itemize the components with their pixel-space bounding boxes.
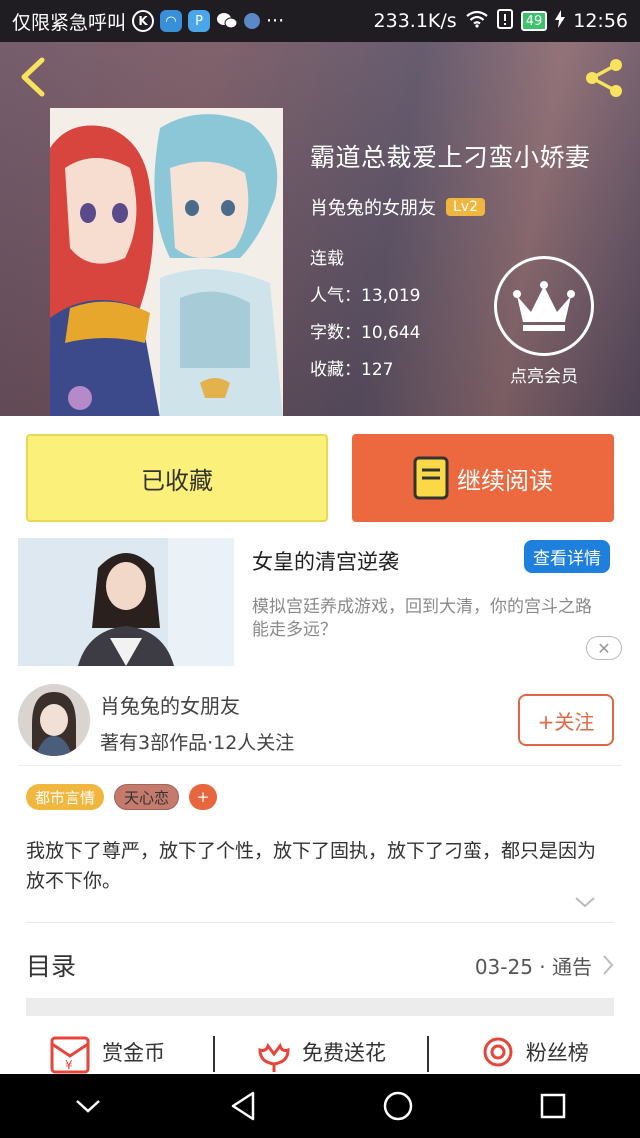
- book-actions: 已收藏 继续阅读: [26, 434, 614, 522]
- close-icon: ✕: [597, 638, 611, 658]
- fan-ranking-button[interactable]: 粉丝榜: [426, 1030, 640, 1074]
- send-flowers-button[interactable]: 免费送花: [213, 1030, 426, 1074]
- home-circle-icon: [383, 1091, 412, 1121]
- red-envelope-icon: ¥: [50, 1036, 90, 1074]
- nav-back-button[interactable]: [215, 1078, 271, 1134]
- ad-detail-button[interactable]: 查看详情: [524, 540, 610, 573]
- back-button[interactable]: [16, 56, 52, 98]
- woman-video-thumbnail: [18, 538, 234, 666]
- tag-urban-romance[interactable]: 都市言情: [26, 784, 105, 810]
- status-carrier-text: 仅限紧急呼叫: [12, 11, 127, 34]
- svg-text:¥: ¥: [65, 1058, 73, 1072]
- chevron-right-icon: [603, 955, 614, 975]
- square-recents-icon: [540, 1093, 565, 1119]
- crown-icon: [513, 281, 575, 331]
- clock: 12:56: [573, 10, 628, 32]
- nav-recents-button[interactable]: [525, 1078, 581, 1134]
- system-nav-bar: [0, 1074, 640, 1138]
- author-name[interactable]: 肖兔兔的女朋友: [100, 690, 240, 719]
- author-card[interactable]: 肖兔兔的女朋友 著有3部作品·12人关注 +关注: [18, 680, 622, 766]
- hide-nav-button[interactable]: [60, 1078, 116, 1134]
- book-header: 霸道总裁爱上刁蛮小娇妻 肖兔兔的女朋友 Lv2 连载 人气：13,019 字数：…: [0, 42, 640, 416]
- section-spacer: [26, 998, 614, 1016]
- expand-summary-button[interactable]: [574, 894, 596, 910]
- author-avatar-image: [18, 684, 90, 756]
- continue-reading-label: 继续阅读: [457, 466, 553, 495]
- send-flowers-label: 免费送花: [301, 1041, 386, 1065]
- charging-icon: [555, 9, 566, 33]
- pay-app-icon: P: [188, 10, 211, 32]
- battery-icon: 49: [520, 11, 548, 31]
- book-icon: [413, 456, 449, 500]
- more-notifications-icon: ···: [266, 10, 285, 32]
- fan-ranking-label: 粉丝榜: [525, 1041, 589, 1065]
- vip-crown-circle: [494, 256, 594, 356]
- anime-couple-illustration: [50, 108, 283, 416]
- add-tag-button[interactable]: +: [189, 784, 218, 810]
- collected-label: 已收藏: [141, 466, 213, 495]
- toc-latest: 03-25 · 通告: [475, 951, 614, 980]
- ad-banner[interactable]: 女皇的清宫逆袭 查看详情 模拟宫廷养成游戏，回到大清，你的宫斗之路能走多远？ ✕: [18, 538, 622, 668]
- divider: [26, 922, 614, 923]
- chevron-down-icon: [75, 1100, 100, 1113]
- author-level-badge: Lv2: [446, 198, 485, 216]
- wechat-icon: [216, 10, 238, 32]
- book-title: 霸道总裁爱上刁蛮小娇妻: [310, 143, 591, 172]
- reward-actions: ¥ 赏金币 免费送花 粉丝榜: [0, 1030, 640, 1074]
- chevron-down-icon: [575, 897, 595, 908]
- status-bar: 仅限紧急呼叫 K ◠ P ··· 233.1K/s 49 12:56: [0, 0, 640, 42]
- wifi-icon: [465, 10, 489, 33]
- tag-tianxinlian[interactable]: 天心恋: [114, 784, 180, 810]
- reward-coins-label: 赏金币: [102, 1041, 166, 1065]
- ad-image[interactable]: [18, 538, 234, 666]
- medal-icon: [483, 1037, 513, 1067]
- avatar[interactable]: [18, 684, 90, 756]
- tag-list: 都市言情 天心恋 +: [26, 784, 218, 810]
- shield-app-icon: [244, 13, 261, 29]
- app-notification-icon: ◠: [160, 10, 183, 32]
- latest-chapter: 03-25 · 通告: [474, 954, 592, 979]
- book-cover-image[interactable]: [50, 108, 283, 416]
- vip-button[interactable]: 点亮会员: [494, 256, 594, 387]
- book-author[interactable]: 肖兔兔的女朋友: [310, 194, 436, 220]
- triangle-back-icon: [231, 1091, 254, 1121]
- author-meta: 著有3部作品·12人关注: [100, 732, 295, 754]
- ad-description: 模拟宫廷养成游戏，回到大清，你的宫斗之路能走多远？: [252, 597, 592, 640]
- network-speed: 233.1K/s: [373, 10, 457, 32]
- toc-label: 目录: [26, 952, 77, 981]
- battery-level: 49: [525, 13, 543, 29]
- reward-coins-button[interactable]: ¥ 赏金币: [0, 1030, 213, 1074]
- follow-button[interactable]: +关注: [518, 694, 614, 746]
- author-line: 肖兔兔的女朋友 Lv2: [310, 194, 591, 220]
- collected-button[interactable]: 已收藏: [26, 434, 328, 522]
- vip-label: 点亮会员: [510, 367, 578, 387]
- book-summary: 我放下了尊严，放下了个性，放下了固执，放下了刁蛮，都只是因为放不下你。: [26, 840, 597, 892]
- share-icon: [586, 59, 622, 97]
- ad-title: 女皇的清宫逆袭: [252, 550, 399, 574]
- nav-home-button[interactable]: [370, 1078, 426, 1134]
- ad-close-button[interactable]: ✕: [586, 636, 622, 660]
- sim-alert-icon: [496, 8, 513, 34]
- chevron-left-icon: [21, 57, 45, 97]
- continue-reading-button[interactable]: 继续阅读: [352, 434, 614, 522]
- share-button[interactable]: [580, 54, 628, 102]
- k-app-icon: K: [132, 10, 155, 32]
- follow-label: +关注: [537, 709, 595, 734]
- table-of-contents-row[interactable]: 目录 03-25 · 通告: [26, 940, 614, 990]
- flower-icon: [258, 1042, 290, 1072]
